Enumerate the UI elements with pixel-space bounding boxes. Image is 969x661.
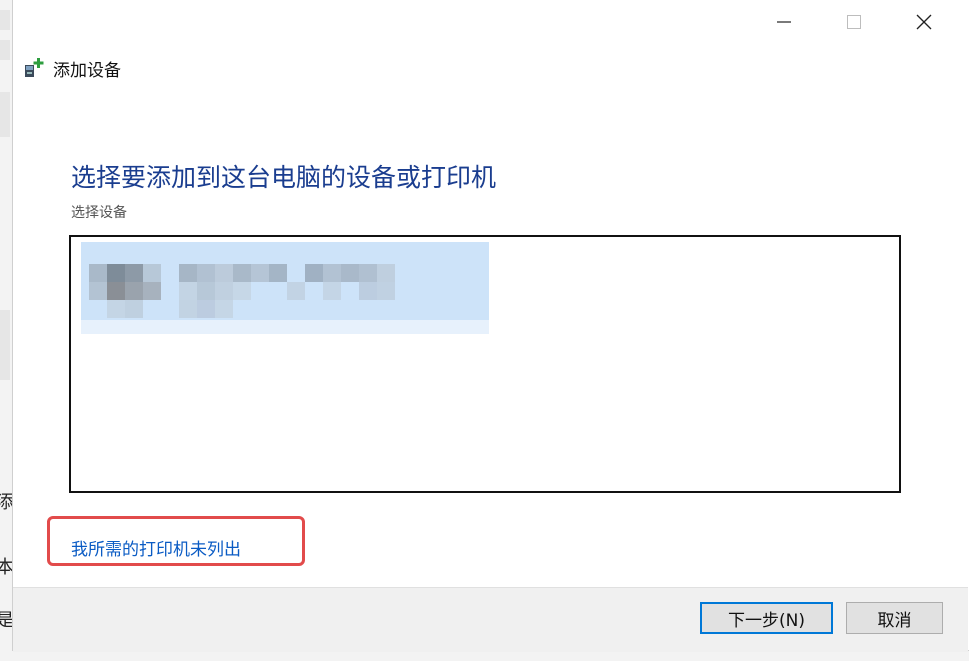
maximize-icon <box>847 15 861 29</box>
obscured-pixel <box>89 264 107 282</box>
obscured-pixel <box>125 282 143 300</box>
dialog-title-bar: 添加设备 <box>23 56 121 81</box>
obscured-pixel <box>143 282 161 300</box>
background-bar <box>0 10 10 30</box>
screen: 添 本 是 添加设备 选择要添加到这台电脑的设备或打印机 选择设备 我所需的打印… <box>0 0 969 661</box>
maximize-button[interactable] <box>831 0 877 44</box>
obscured-pixel <box>215 300 233 318</box>
obscured-pixel <box>197 282 215 300</box>
obscured-pixel <box>233 264 251 282</box>
dialog-footer: 下一步(N) 取消 <box>13 587 968 652</box>
obscured-pixel <box>125 264 143 282</box>
obscured-pixel <box>107 300 125 318</box>
obscured-pixel <box>125 300 143 318</box>
device-list-label: 选择设备 <box>71 205 127 221</box>
obscured-pixel <box>233 282 251 300</box>
obscured-pixel <box>269 264 287 282</box>
close-icon <box>916 14 932 30</box>
obscured-pixel <box>179 300 197 318</box>
obscured-pixel <box>197 300 215 318</box>
obscured-pixel <box>323 282 341 300</box>
obscured-pixel <box>107 264 125 282</box>
background-window-edge: 添 本 是 <box>0 0 14 661</box>
obscured-pixel <box>341 264 359 282</box>
list-item-selected-device[interactable] <box>81 242 489 334</box>
obscured-pixel <box>359 282 377 300</box>
obscured-pixel <box>323 264 341 282</box>
obscured-pixel <box>215 264 233 282</box>
obscured-pixel <box>179 264 197 282</box>
background-bar <box>0 310 10 380</box>
background-text-fragment <box>0 652 969 661</box>
minimize-button[interactable] <box>761 0 807 44</box>
next-button[interactable]: 下一步(N) <box>700 602 833 634</box>
device-detail <box>81 242 82 243</box>
obscured-pixel <box>359 264 377 282</box>
printer-not-listed-link[interactable]: 我所需的打印机未列出 <box>71 535 241 560</box>
obscured-pixel <box>215 282 233 300</box>
obscured-pixel <box>287 282 305 300</box>
add-device-dialog: 添加设备 选择要添加到这台电脑的设备或打印机 选择设备 我所需的打印机未列出 下… <box>12 0 969 652</box>
obscured-pixel <box>377 264 395 282</box>
obscured-pixel <box>143 264 161 282</box>
obscured-row-bottom <box>81 320 489 334</box>
obscured-pixel <box>89 282 107 300</box>
background-bar <box>0 40 10 60</box>
obscured-pixel <box>305 264 323 282</box>
device-list[interactable] <box>69 235 901 493</box>
page-title: 选择要添加到这台电脑的设备或打印机 <box>71 163 497 192</box>
obscured-pixel <box>377 282 395 300</box>
add-device-icon <box>25 58 44 77</box>
obscured-pixel <box>251 264 269 282</box>
obscured-pixel <box>107 282 125 300</box>
background-bar <box>0 92 10 137</box>
close-button[interactable] <box>901 0 947 44</box>
cancel-button[interactable]: 取消 <box>846 602 943 634</box>
dialog-title: 添加设备 <box>53 60 121 81</box>
obscured-pixel <box>197 264 215 282</box>
minimize-icon <box>777 21 791 23</box>
obscured-pixel <box>179 282 197 300</box>
